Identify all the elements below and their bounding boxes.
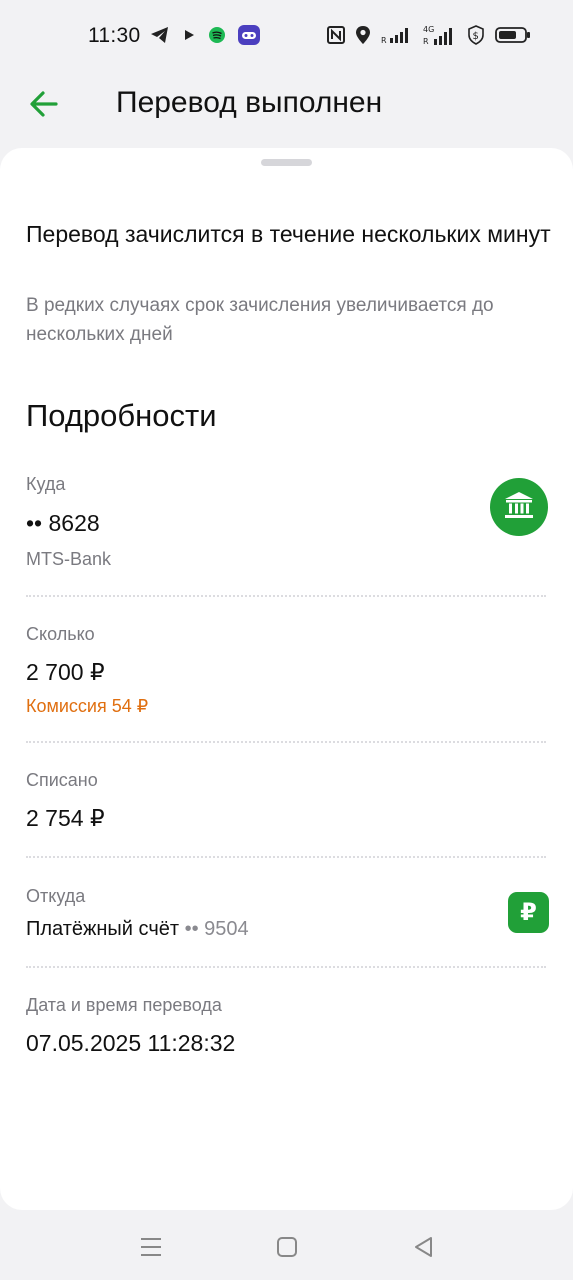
status-left-icons [150,24,260,50]
datetime-value: 07.05.2025 11:28:32 [26,1030,236,1056]
back-icon [409,1237,439,1266]
location-icon [355,25,371,50]
battery-icon [495,26,531,49]
home-icon [272,1237,302,1266]
status-time: 11:30 [88,24,141,47]
divider [26,741,546,743]
app-header: Перевод выполнен [0,72,573,142]
home-button[interactable] [272,1232,302,1262]
amount-value: 2 700 ₽ [26,659,105,685]
from-account: Платёжный счёт •• 9504 [26,918,249,941]
to-bank-name: MTS-Bank [26,549,112,569]
notice-subtitle: В редких случаях срок зачисления увеличи… [26,295,494,345]
telegram-icon [150,26,170,49]
details-heading: Подробности [26,398,217,433]
debited-value: 2 754 ₽ [26,805,105,831]
status-right-icons: R 4G R $ [327,24,531,50]
from-account-name: Платёжный счёт [26,918,180,940]
svg-text:4G: 4G [423,25,434,34]
recent-apps-button[interactable] [136,1232,166,1262]
shield-dollar-icon: $ [467,24,485,50]
signal-icon: R [381,26,413,49]
svg-text:$: $ [473,31,479,42]
from-label: Откуда [26,886,86,906]
system-nav-bar [0,1210,573,1280]
menu-icon [136,1238,166,1266]
divider [26,856,546,858]
svg-text:R: R [381,36,387,44]
datetime-label: Дата и время перевода [26,995,222,1015]
spotify-icon [208,26,226,49]
signal-4g-icon: 4G R [423,24,457,51]
commission-text: Комиссия 54 ₽ [26,696,149,716]
arrow-left-icon [26,91,62,126]
sheet-grabber[interactable] [261,159,312,166]
divider [26,595,546,597]
svg-text:R: R [423,37,429,46]
from-account-mask: •• 9504 [184,918,249,940]
details-sheet: Перевод зачислится в течение нескольких … [0,148,573,1210]
status-bar: 11:30 R 4G R $ [0,0,573,72]
ruble-account-icon: ₽ [508,892,549,933]
to-value: •• 8628 [26,510,100,536]
page-title: Перевод выполнен [116,86,383,119]
debited-label: Списано [26,770,98,790]
play-icon [182,27,196,48]
notice-title: Перевод зачислится в течение нескольких … [26,221,551,247]
back-button[interactable] [26,86,66,122]
amount-label: Сколько [26,624,95,644]
nav-back-button[interactable] [409,1232,439,1262]
gamepad-icon [238,24,260,50]
divider [26,966,546,968]
nfc-icon [327,25,345,49]
bank-icon [504,491,534,524]
to-label: Куда [26,474,66,494]
bank-badge [490,478,548,536]
